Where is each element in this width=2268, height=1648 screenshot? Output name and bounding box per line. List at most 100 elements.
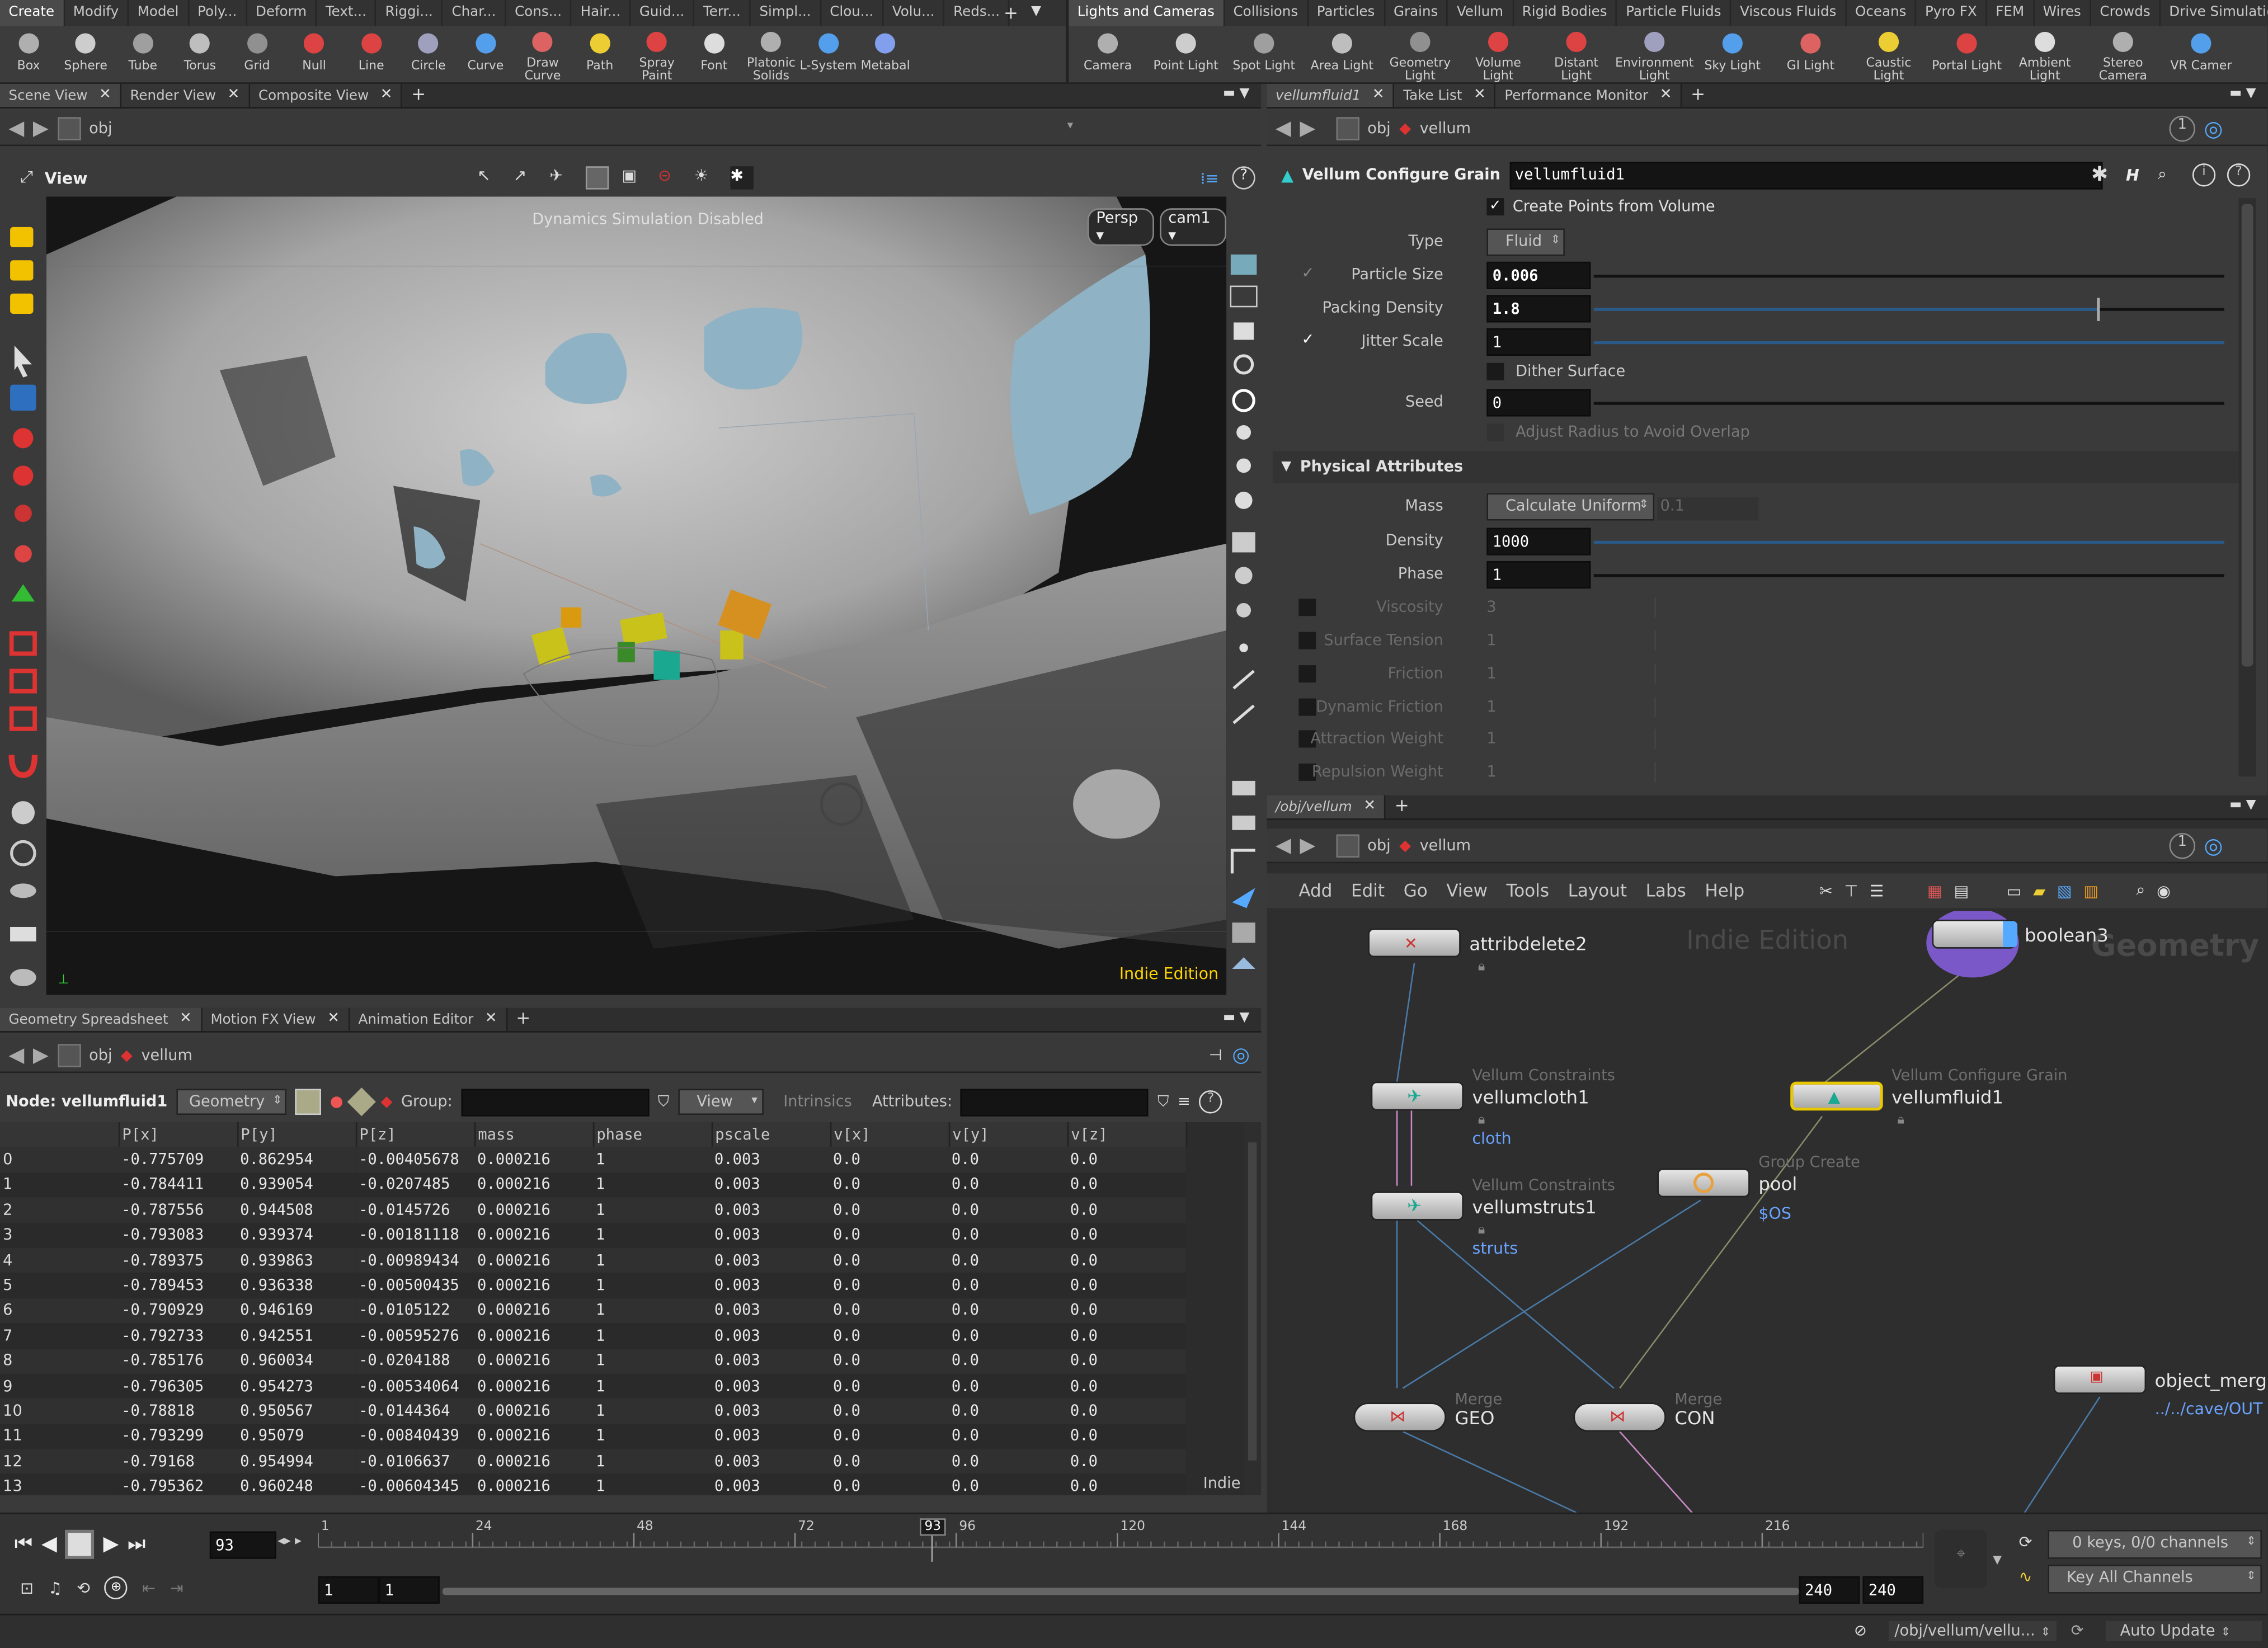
tool-environment-light[interactable]: Environment Light xyxy=(1615,26,1693,84)
path-vellum[interactable]: vellum xyxy=(1420,119,1471,136)
tool-camera[interactable]: Camera xyxy=(1069,26,1147,84)
current-frame-field[interactable]: 93 xyxy=(209,1531,276,1559)
point-icon[interactable] xyxy=(1239,643,1248,652)
wireframe-icon[interactable] xyxy=(1230,285,1258,308)
close-icon[interactable]: ✕ xyxy=(380,87,393,107)
select-edges-icon[interactable] xyxy=(10,293,34,314)
magnet-icon[interactable] xyxy=(9,631,37,656)
pin-number[interactable]: 1 xyxy=(2169,832,2196,859)
density-field[interactable]: 1000 xyxy=(1486,528,1591,555)
tool-metabal[interactable]: Metabal xyxy=(857,26,914,84)
table-row[interactable]: 3 -0.793083 0.939374 -0.00181118 0.000216 1 0.… xyxy=(0,1222,1186,1248)
node-body[interactable] xyxy=(1657,1168,1750,1198)
scale-icon[interactable] xyxy=(14,505,32,522)
persp-menu[interactable]: Persp ▾ xyxy=(1087,208,1154,246)
jump-end-icon[interactable]: ⏭ xyxy=(128,1533,146,1556)
table-row[interactable]: 13 -0.795362 0.960248 -0.00604345 0.000216 1 0… xyxy=(0,1474,1186,1495)
lighting-icon[interactable]: ☀ xyxy=(694,166,717,189)
shelf-tab[interactable]: Hair... xyxy=(572,0,631,26)
hscript-icon[interactable]: H xyxy=(2126,166,2139,185)
mode-menu[interactable]: Geometry ⇕ xyxy=(176,1089,287,1115)
tool-circle[interactable]: Circle xyxy=(400,26,457,84)
shelf-tab[interactable]: Collisions xyxy=(1225,0,1309,26)
select-tool-icon[interactable]: ↖ xyxy=(477,166,500,189)
table-row[interactable]: 6 -0.790929 0.946169 -0.0105122 0.000216 1 0.0… xyxy=(0,1298,1186,1324)
column-header[interactable]: P[y] xyxy=(237,1122,357,1147)
shelf-tab[interactable]: Lights and Cameras xyxy=(1069,0,1225,26)
view-menu[interactable]: View ▾ xyxy=(677,1089,764,1115)
table-row[interactable]: 5 -0.789453 0.936338 -0.00500435 0.000216 1 0.… xyxy=(0,1273,1186,1298)
list-icon[interactable]: ☰ xyxy=(1870,882,1884,901)
node-body[interactable] xyxy=(1932,920,2018,949)
snap-icon[interactable] xyxy=(9,668,37,694)
close-icon[interactable]: ✕ xyxy=(1372,87,1385,107)
table-row[interactable]: 7 -0.792733 0.942551 -0.00595276 0.000216 1 0.… xyxy=(0,1323,1186,1349)
tab-render-view[interactable]: Render View ✕ xyxy=(121,83,250,107)
particle-icon[interactable] xyxy=(1236,602,1251,618)
particle-size-slider[interactable] xyxy=(1593,275,2224,277)
tile-view-icon[interactable]: ▤ xyxy=(1954,882,1969,901)
refresh-icon[interactable]: ⟳ xyxy=(2071,1623,2084,1640)
node-body[interactable]: ✈ xyxy=(1371,1192,1464,1221)
add-tab-icon[interactable]: + xyxy=(1682,84,1714,107)
link-icon[interactable]: ◎ xyxy=(2204,115,2223,142)
columns-icon[interactable]: ≡ xyxy=(1178,1093,1191,1110)
node-vellumstruts1[interactable]: ✈ vellumstruts1 xyxy=(1371,1192,1597,1221)
pose-icon[interactable] xyxy=(14,545,32,563)
tab-geometry-spreadsheet[interactable]: Geometry Spreadsheet ✕ xyxy=(0,1007,202,1032)
path-dropdown-icon[interactable]: ▾ xyxy=(1067,119,1076,136)
pane-menu-icon[interactable]: ▬ ▼ xyxy=(2218,795,2268,818)
range-slider[interactable] xyxy=(443,1588,1799,1595)
realtime-icon[interactable]: ⟲ xyxy=(77,1579,90,1598)
forward-arrow-icon[interactable]: ▶ xyxy=(1300,834,1315,856)
menu-edit[interactable]: Edit xyxy=(1351,880,1385,901)
close-icon[interactable]: ✕ xyxy=(1474,87,1486,107)
tab-motion-fx-view[interactable]: Motion FX View ✕ xyxy=(201,1007,350,1032)
tab-vellumfluid1[interactable]: vellumfluid1 ✕ xyxy=(1267,83,1395,107)
node-attribdelete2[interactable]: ✕ attribdelete2 xyxy=(1368,928,1587,958)
quick-mark-icon[interactable]: ▭ xyxy=(2007,882,2022,901)
playback-end-field[interactable]: 240 xyxy=(1862,1576,1924,1604)
forward-arrow-icon[interactable]: ▶ xyxy=(33,1043,49,1066)
table-row[interactable]: 12 -0.79168 0.954994 -0.0106637 0.000216 1 0.0… xyxy=(0,1449,1186,1475)
tool-font[interactable]: Font xyxy=(685,26,742,84)
surface_tension-toggle[interactable] xyxy=(1298,632,1316,649)
shelf-tab[interactable]: Grains xyxy=(1385,0,1448,26)
orbit-icon[interactable] xyxy=(10,840,36,867)
display-icon[interactable] xyxy=(585,166,609,190)
paint-icon[interactable] xyxy=(10,926,36,941)
back-arrow-icon[interactable]: ◀ xyxy=(9,116,25,139)
curve-icon[interactable]: ∿ xyxy=(2019,1567,2032,1586)
tool-volume-light[interactable]: Volume Light xyxy=(1459,26,1537,84)
pin-number[interactable]: 1 xyxy=(2169,115,2196,142)
close-icon[interactable]: ✕ xyxy=(180,1011,192,1032)
tab-animation-editor[interactable]: Animation Editor ✕ xyxy=(350,1007,507,1032)
sheet-scrollbar[interactable] xyxy=(1244,1122,1262,1495)
playhead-label[interactable]: 93 xyxy=(920,1518,946,1536)
pane-menu-icon[interactable]: ▬ ▼ xyxy=(1211,84,1261,107)
shelf-tab[interactable]: Terr... xyxy=(694,0,751,26)
tool-tube[interactable]: Tube xyxy=(114,26,171,84)
camera-icon[interactable] xyxy=(1232,532,1255,553)
range-end-icon[interactable]: ⇥ xyxy=(170,1579,183,1598)
cam-view-icon[interactable] xyxy=(1232,957,1255,969)
network-box-icon[interactable]: ▥ xyxy=(2083,882,2098,901)
column-header[interactable]: v[y] xyxy=(948,1122,1069,1147)
close-icon[interactable]: ✕ xyxy=(1363,799,1376,819)
playback-start-field[interactable]: 1 xyxy=(379,1576,440,1604)
normal-icon[interactable] xyxy=(1232,670,1255,690)
shelf-tab[interactable]: Particle Fluids xyxy=(1617,0,1731,26)
table-row[interactable]: 0 -0.775709 0.862954 -0.00405678 0.000216 1 0.… xyxy=(0,1147,1186,1173)
eye-icon[interactable]: ◉ xyxy=(2157,882,2171,901)
path-obj[interactable]: obj xyxy=(89,119,112,136)
shading-icon[interactable] xyxy=(1230,254,1257,275)
search-icon[interactable]: ⌕ xyxy=(2158,165,2167,185)
lock-icon[interactable] xyxy=(10,384,36,411)
lock-camera-icon[interactable] xyxy=(1234,322,1254,340)
shelf-tab[interactable]: Viscous Fluids xyxy=(1731,0,1847,26)
forward-arrow-icon[interactable]: ▶ xyxy=(1300,116,1315,139)
jump-start-icon[interactable]: ⏮ xyxy=(15,1533,33,1556)
pin-icon[interactable]: ⊣ xyxy=(1209,1046,1222,1063)
node-boolean3[interactable]: boolean3 xyxy=(1932,920,2109,949)
disc-icon[interactable] xyxy=(10,883,36,898)
